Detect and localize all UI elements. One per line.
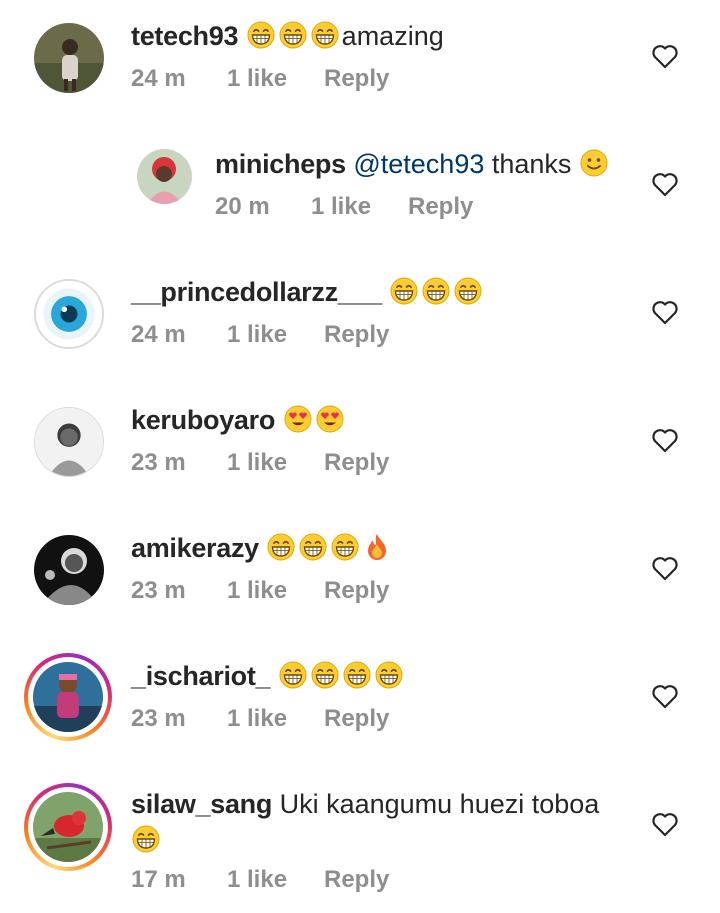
emoji-group xyxy=(283,405,347,435)
avatar xyxy=(33,662,103,732)
grin-squint-emoji-icon xyxy=(389,276,419,306)
avatar[interactable] xyxy=(34,535,104,605)
heart-outline-icon[interactable] xyxy=(651,427,679,453)
grin-squint-emoji-icon xyxy=(131,824,161,854)
reply-button[interactable]: Reply xyxy=(324,64,389,94)
comment-time: 23 m xyxy=(131,577,186,604)
grin-squint-emoji-icon xyxy=(298,532,328,562)
grin-squint-emoji-icon xyxy=(278,20,308,50)
comment-meta: 24 m 1 like Reply xyxy=(131,320,389,350)
grin-squint-emoji-icon xyxy=(266,532,296,562)
comment-meta: 23 m 1 like Reply xyxy=(131,576,389,606)
like-count[interactable]: 1 like xyxy=(227,64,324,94)
username[interactable]: _ischariot_ xyxy=(131,661,271,691)
comment-time: 20 m xyxy=(215,193,270,220)
grin-squint-emoji-icon xyxy=(246,20,276,50)
avatar[interactable] xyxy=(137,149,192,204)
fire-emoji-icon xyxy=(362,532,392,562)
reply-button[interactable]: Reply xyxy=(324,865,389,895)
story-ring[interactable] xyxy=(24,783,112,871)
like-count[interactable]: 1 like xyxy=(311,192,408,222)
comment-line-wrap xyxy=(131,822,163,858)
comment-line: __princedollarzz___ xyxy=(131,274,485,310)
grin-squint-emoji-icon xyxy=(278,660,308,690)
comment-time: 23 m xyxy=(131,449,186,476)
emoji-group xyxy=(278,661,406,691)
emoji-group xyxy=(389,277,485,307)
comment-line: silaw_sang Uki kaangumu huezi toboa xyxy=(131,786,599,822)
slight-smile-emoji-icon xyxy=(579,148,609,178)
comment-text: thanks xyxy=(484,149,579,179)
comment-meta: 23 m 1 like Reply xyxy=(131,704,389,734)
comment-meta: 23 m 1 like Reply xyxy=(131,448,389,478)
comment-meta: 24 m 1 like Reply xyxy=(131,64,389,94)
reply-button[interactable]: Reply xyxy=(324,320,389,350)
comment-text: amazing xyxy=(341,21,444,51)
username[interactable]: amikerazy xyxy=(131,533,259,563)
heart-outline-icon[interactable] xyxy=(651,555,679,581)
comment-time: 24 m xyxy=(131,65,186,92)
emoji-group xyxy=(246,21,342,51)
comment-line: minicheps @tetech93 thanks xyxy=(215,146,611,182)
heart-outline-icon[interactable] xyxy=(651,683,679,709)
username[interactable]: minicheps xyxy=(215,149,346,179)
heart-eyes-emoji-icon xyxy=(315,404,345,434)
emoji-group xyxy=(266,533,394,563)
grin-squint-emoji-icon xyxy=(310,660,340,690)
like-count[interactable]: 1 like xyxy=(227,865,324,895)
grin-squint-emoji-icon xyxy=(421,276,451,306)
comment-meta: 20 m 1 like Reply xyxy=(215,192,473,222)
grin-squint-emoji-icon xyxy=(374,660,404,690)
comment-time: 24 m xyxy=(131,321,186,348)
heart-outline-icon[interactable] xyxy=(651,811,679,837)
reply-button[interactable]: Reply xyxy=(324,448,389,478)
reply-button[interactable]: Reply xyxy=(324,704,389,734)
like-count[interactable]: 1 like xyxy=(227,448,324,478)
username[interactable]: tetech93 xyxy=(131,21,238,51)
avatar[interactable] xyxy=(34,407,104,477)
heart-outline-icon[interactable] xyxy=(651,299,679,325)
mention-link[interactable]: @tetech93 xyxy=(353,149,484,179)
grin-squint-emoji-icon xyxy=(453,276,483,306)
reply-button[interactable]: Reply xyxy=(408,192,473,222)
heart-eyes-emoji-icon xyxy=(283,404,313,434)
avatar xyxy=(33,792,103,862)
username[interactable]: silaw_sang xyxy=(131,789,272,819)
reply-button[interactable]: Reply xyxy=(324,576,389,606)
comment-line: tetech93 amazing xyxy=(131,18,444,54)
comment-time: 23 m xyxy=(131,705,186,732)
avatar[interactable] xyxy=(34,23,104,93)
username[interactable]: keruboyaro xyxy=(131,405,275,435)
grin-squint-emoji-icon xyxy=(330,532,360,562)
grin-squint-emoji-icon xyxy=(310,20,340,50)
comment-line: amikerazy xyxy=(131,530,394,566)
username[interactable]: __princedollarzz___ xyxy=(131,277,382,307)
heart-outline-icon[interactable] xyxy=(651,171,679,197)
comment-text: Uki kaangumu huezi toboa xyxy=(279,789,600,819)
like-count[interactable]: 1 like xyxy=(227,576,324,606)
like-count[interactable]: 1 like xyxy=(227,320,324,350)
comment-meta: 17 m 1 like Reply xyxy=(131,865,389,895)
avatar[interactable] xyxy=(34,279,104,349)
heart-outline-icon[interactable] xyxy=(651,43,679,69)
comment-line: _ischariot_ xyxy=(131,658,406,694)
story-ring[interactable] xyxy=(24,653,112,741)
grin-squint-emoji-icon xyxy=(342,660,372,690)
comment-line: keruboyaro xyxy=(131,402,347,438)
like-count[interactable]: 1 like xyxy=(227,704,324,734)
comment-time: 17 m xyxy=(131,866,186,893)
